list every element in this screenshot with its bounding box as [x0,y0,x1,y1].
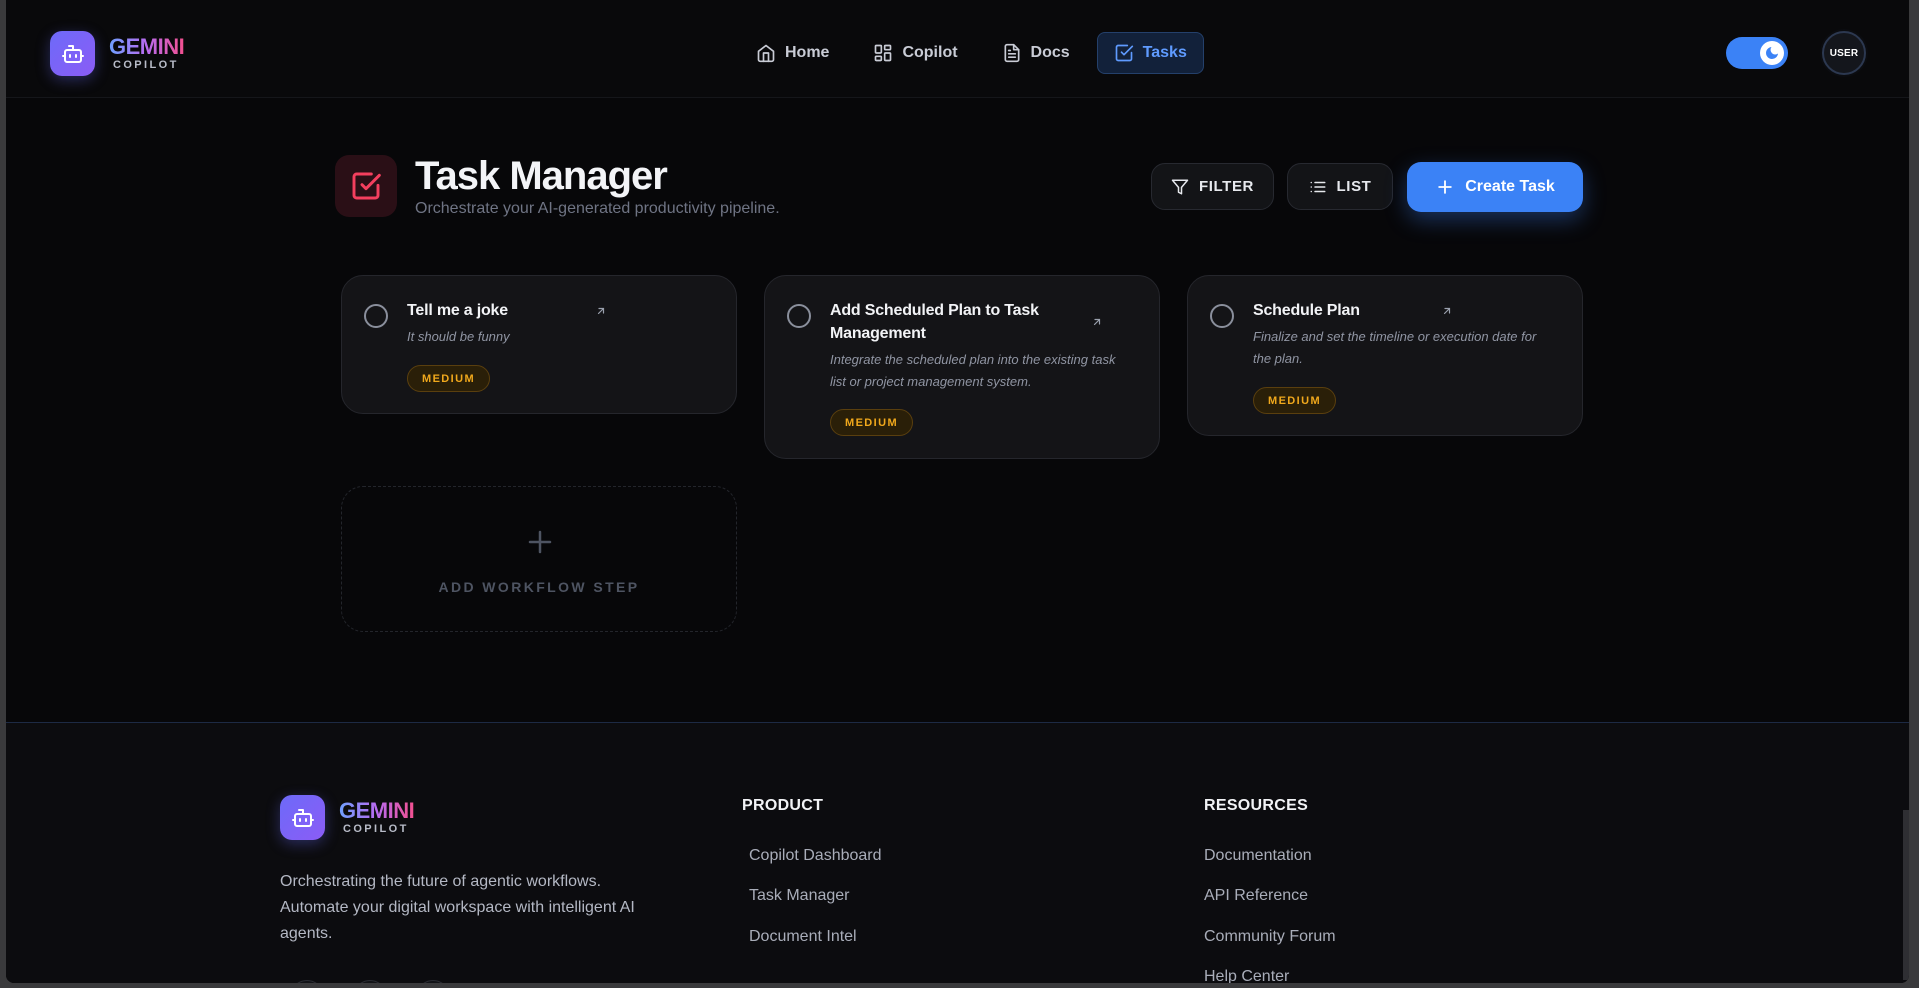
plus-icon [1438,180,1452,194]
task-card[interactable]: Tell me a joke It should be funny MEDIUM [341,275,737,414]
list-icon [1310,181,1326,192]
moon-icon [1760,41,1784,65]
grid-icon [875,44,892,62]
user-avatar[interactable]: USER [1822,31,1866,75]
task-title: Schedule Plan [1253,302,1360,319]
social-link[interactable] [416,980,450,983]
priority-badge: MEDIUM [407,365,491,392]
robot-icon [50,31,95,76]
footer-link[interactable]: API Reference [1204,887,1308,905]
footer-link[interactable]: Help Center [1204,968,1289,983]
task-complete-checkbox[interactable] [787,304,811,328]
nav-tasks[interactable]: Tasks [1096,32,1204,74]
home-icon [757,44,775,63]
open-external-icon[interactable] [595,305,607,317]
list-view-button[interactable]: LIST [1287,163,1393,210]
checkbox-icon [1115,44,1133,62]
app-window: GEMINI COPILOT Home Copilot Docs Tasks U… [6,0,1909,983]
add-workflow-step-label: ADD WORKFLOW STEP [438,579,640,595]
footer-link[interactable]: Document Intel [749,928,857,946]
create-task-label: Create Task [1465,178,1555,195]
main-nav: Home Copilot Docs Tasks [739,32,1204,74]
task-card[interactable]: Add Scheduled Plan to Task Management In… [764,275,1160,459]
task-description: Finalize and set the timeline or executi… [1253,329,1537,366]
footer-brand[interactable]: GEMINI COPILOT [280,795,415,840]
page-subtitle: Orchestrate your AI-generated productivi… [415,200,780,217]
task-complete-checkbox[interactable] [1210,304,1234,328]
social-link[interactable] [353,980,387,983]
brand[interactable]: GEMINI COPILOT [50,31,185,76]
list-label: LIST [1336,178,1372,195]
task-title: Add Scheduled Plan to Task Management [830,302,1039,342]
open-external-icon[interactable] [1441,305,1453,317]
footer-brand-name: GEMINI [339,798,415,823]
footer-link[interactable]: Copilot Dashboard [749,847,882,865]
task-title: Tell me a joke [407,302,508,319]
scrollbar[interactable] [1903,810,1909,980]
nav-tasks-label: Tasks [1142,44,1187,61]
nav-docs[interactable]: Docs [985,32,1087,74]
footer-resources-heading: RESOURCES [1204,797,1309,814]
nav-home-label: Home [785,44,830,61]
priority-badge: MEDIUM [1253,387,1337,414]
task-manager-icon [335,155,397,217]
task-complete-checkbox[interactable] [364,304,388,328]
footer-product-heading: PRODUCT [742,797,824,814]
nav-docs-label: Docs [1030,44,1070,61]
nav-copilot[interactable]: Copilot [856,32,974,74]
task-description: Integrate the scheduled plan into the ex… [830,352,1116,389]
footer-link[interactable]: Task Manager [749,887,850,905]
filter-icon [1171,179,1189,194]
open-external-icon[interactable] [1091,316,1103,328]
social-link[interactable] [290,980,324,983]
brand-subtitle: COPILOT [113,59,179,71]
add-workflow-step-button[interactable]: ADD WORKFLOW STEP [341,486,737,632]
robot-icon [280,795,325,840]
footer-link[interactable]: Documentation [1204,847,1312,865]
document-icon [1004,43,1020,63]
filter-button[interactable]: FILTER [1151,163,1274,210]
task-card[interactable]: Schedule Plan Finalize and set the timel… [1187,275,1583,436]
footer-brand-subtitle: COPILOT [343,823,409,835]
brand-name: GEMINI [109,34,185,59]
nav-copilot-label: Copilot [902,44,958,61]
priority-badge: MEDIUM [830,409,914,436]
navbar: GEMINI COPILOT Home Copilot Docs Tasks U… [6,0,1909,98]
plus-icon [528,530,552,554]
footer-tagline: Orchestrating the future of agentic work… [280,873,635,942]
footer-link[interactable]: Community Forum [1204,928,1336,946]
nav-home[interactable]: Home [739,32,846,74]
footer: GEMINI COPILOT Orchestrating the future … [6,722,1909,983]
filter-label: FILTER [1199,178,1254,195]
create-task-button[interactable]: Create Task [1407,162,1583,212]
theme-toggle[interactable] [1726,37,1788,69]
page-title: Task Manager [415,154,668,198]
task-description: It should be funny [407,329,510,344]
